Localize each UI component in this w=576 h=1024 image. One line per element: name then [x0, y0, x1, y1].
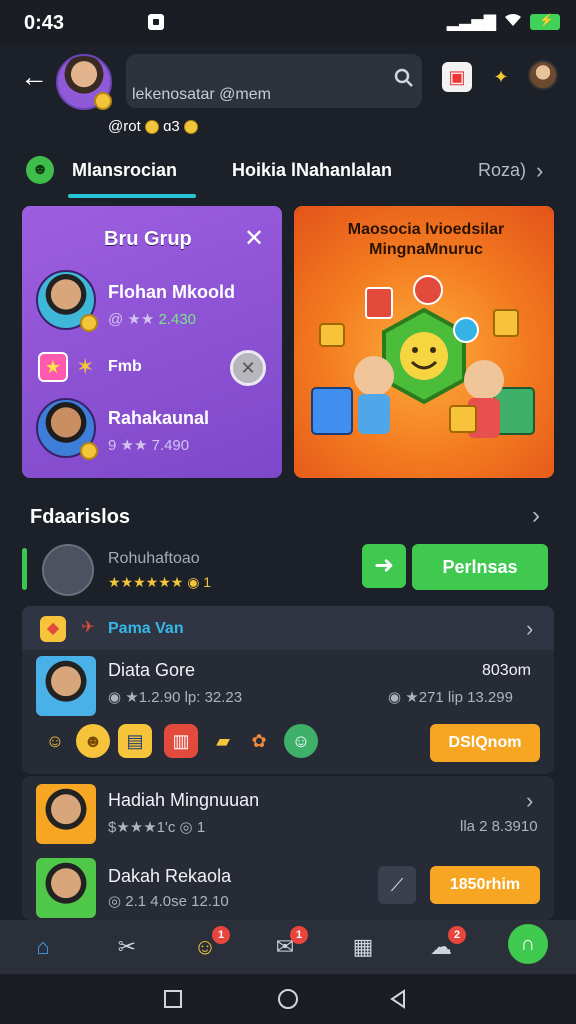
chevron-right-icon[interactable]: › [526, 788, 533, 814]
friends-section-title: Fdaarislos [30, 506, 131, 528]
panel-header[interactable] [22, 606, 554, 650]
status-icons: ▂▃▅▇ [447, 12, 560, 32]
friend-rating: ★★★★★★ ◉ 1 [108, 574, 212, 590]
friend-name: Rohuhaftoao [108, 550, 200, 567]
close-icon[interactable]: ✕ [244, 224, 264, 253]
edit-icon[interactable]: ⟋ [378, 866, 416, 904]
player-avatar[interactable] [36, 784, 96, 844]
member-stars: 9 ★★ [108, 437, 148, 454]
online-indicator [22, 548, 27, 590]
member-name: Flohan Mkoold [108, 282, 235, 302]
game-icon: ◆ [40, 616, 66, 642]
tools-icon[interactable]: ✂ [110, 930, 144, 964]
search-icon[interactable] [394, 68, 414, 88]
row-title: Hadiah Mingnuuan [108, 790, 260, 810]
promo-title-line2: MingnaMnuruc [369, 241, 483, 258]
invite-button[interactable]: Perlnsas [412, 544, 548, 590]
headset-icon[interactable]: ∩ [508, 924, 548, 964]
coin-icon [94, 92, 112, 110]
app-logo-icon: ☻ [26, 156, 54, 184]
promo-title-line1: Maosocia lvioedsilar [347, 221, 505, 238]
group-card-title: Bru Grup [104, 228, 192, 250]
row-sub-value: ◉ ★271 lip 13.299 [388, 689, 513, 706]
user-avatar[interactable] [528, 60, 558, 90]
member-meta: @ ★★ 2.430 [108, 310, 196, 328]
rocket-icon[interactable]: ✦ [486, 62, 516, 92]
tab-1[interactable]: Mlansrocian [72, 160, 177, 181]
star-icon: ★ [38, 352, 68, 382]
home-icon[interactable]: ⌂ [26, 930, 60, 964]
member-meta: 9 ★★ 7.490 [108, 436, 189, 454]
remove-member-button[interactable]: ✕ [230, 350, 266, 386]
tab-2[interactable]: Hoikia lNahanlalan [232, 160, 392, 181]
coin-icon [80, 314, 98, 332]
coin-icon [80, 442, 98, 460]
friend-avatar[interactable] [42, 544, 94, 596]
smiley-icon[interactable]: ☻ [76, 724, 110, 758]
recents-button[interactable] [164, 990, 182, 1008]
coin-icon [183, 120, 198, 135]
send-button[interactable]: ➜ [362, 544, 406, 588]
player-avatar[interactable] [36, 656, 96, 716]
row-meta: $★★★1'c ◎ 1 [108, 819, 206, 836]
signal-icon: ▂▃▅▇ [446, 14, 496, 31]
member-score: 7.490 [151, 437, 190, 454]
notification-badge: 1 [212, 926, 230, 944]
character-icon[interactable]: ☺ [38, 724, 72, 758]
gift-icon[interactable]: ▣ [442, 62, 472, 92]
notification-badge: 1 [290, 926, 308, 944]
wifi-icon [504, 13, 522, 32]
row-title: Dakah Rekaola [108, 866, 232, 886]
member-name: Rahakaunal [108, 408, 210, 428]
home-button[interactable] [278, 989, 298, 1009]
ticket-icon[interactable]: ▰ [206, 724, 240, 758]
balance-label: @rot [108, 118, 141, 135]
notification-badge: 2 [448, 926, 466, 944]
rocket-icon: ✈ [81, 619, 95, 636]
calendar-icon[interactable]: ▦ [346, 930, 380, 964]
reward-button[interactable]: 1850rhim [430, 866, 540, 904]
back-nav-button[interactable] [388, 988, 410, 1010]
panel-header-label: Pama Van [108, 620, 184, 637]
member-stars: @ ★★ [108, 311, 155, 328]
row-meta: ◎ 2.1 4.0se 12.10 [108, 893, 229, 910]
search-subtitle: lekenosatar @mem [132, 86, 271, 103]
row-title: Diata Gore [108, 660, 196, 680]
status-time: 0:43 [24, 12, 65, 34]
promo-title: Maosocia lvioedsilar MingnaMnuruc [316, 220, 536, 260]
chevron-right-icon[interactable]: › [526, 616, 533, 642]
claim-button[interactable]: DSlQnom [430, 724, 540, 762]
tab-3[interactable]: Roza) [478, 160, 526, 181]
coin-icon [144, 120, 159, 135]
balance-suffix: ɑ3 [163, 118, 180, 135]
card-icon[interactable]: ▥ [164, 724, 198, 758]
chest-icon[interactable]: ▤ [118, 724, 152, 758]
avatar-icon[interactable]: ☺ [284, 724, 318, 758]
row-value: lla 2 8.3910 [460, 818, 538, 835]
back-button[interactable]: ← [18, 62, 50, 94]
chevron-right-icon[interactable]: › [536, 158, 543, 184]
member-name: Fmb [108, 358, 142, 375]
player-avatar[interactable] [36, 858, 96, 918]
bow-icon[interactable]: ✿ [242, 724, 276, 758]
balance: @rot ɑ3 [108, 118, 198, 135]
chevron-right-icon[interactable]: › [532, 502, 540, 530]
badge-star-icon: ✶ [76, 354, 95, 379]
notification-icon [148, 14, 164, 30]
promo-illustration [311, 275, 535, 438]
battery-icon [530, 13, 560, 30]
row-meta: ◉ ★1.2.90 lp: 32.23 [108, 689, 243, 706]
tab-active-indicator [68, 194, 196, 198]
row-value: 803om [482, 662, 531, 679]
member-score: 2.430 [158, 311, 197, 328]
